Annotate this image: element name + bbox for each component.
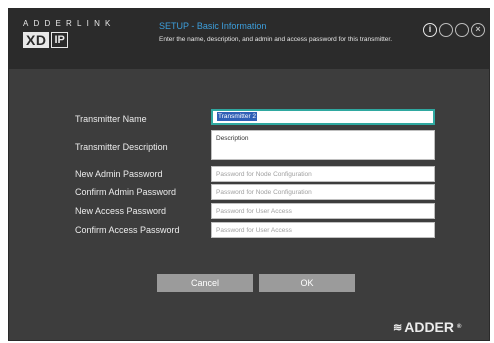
cancel-button[interactable]: Cancel	[157, 274, 253, 292]
adder-logo: ≋ ADDER ®	[393, 319, 461, 335]
confirm-access-password-label: Confirm Access Password	[75, 225, 180, 235]
adder-mark-icon: ≋	[393, 321, 403, 334]
confirm-admin-password-input[interactable]	[211, 184, 435, 200]
info-icon[interactable]: i	[423, 23, 437, 37]
confirm-access-password-input[interactable]	[211, 222, 435, 238]
page-title: SETUP - Basic Information	[159, 21, 267, 31]
product-logo: XD IP	[23, 32, 68, 48]
transmitter-name-input[interactable]: Transmitter 2	[211, 109, 435, 125]
logo-suffix: IP	[51, 32, 68, 48]
transmitter-name-label: Transmitter Name	[75, 114, 147, 124]
help-icon[interactable]	[439, 23, 453, 37]
registered-mark: ®	[457, 324, 462, 330]
ok-button[interactable]: OK	[259, 274, 355, 292]
transmitter-description-input[interactable]: Description	[211, 130, 435, 160]
adder-logo-text: ADDER	[404, 319, 454, 335]
logo-main: XD	[23, 32, 50, 48]
confirm-admin-password-label: Confirm Admin Password	[75, 187, 177, 197]
new-admin-password-input[interactable]	[211, 166, 435, 182]
transmitter-description-label: Transmitter Description	[75, 142, 168, 152]
page-description: Enter the name, description, and admin a…	[159, 36, 393, 43]
header-bar: ADDERLINK XD IP SETUP - Basic Informatio…	[9, 9, 489, 69]
new-access-password-input[interactable]	[211, 203, 435, 219]
setup-window: ADDERLINK XD IP SETUP - Basic Informatio…	[8, 8, 490, 341]
window-controls: i ×	[423, 23, 485, 37]
brand-name: ADDERLINK	[23, 19, 116, 28]
close-icon[interactable]: ×	[471, 23, 485, 37]
refresh-icon[interactable]	[455, 23, 469, 37]
transmitter-name-value: Transmitter 2	[217, 112, 258, 121]
new-admin-password-label: New Admin Password	[75, 169, 163, 179]
new-access-password-label: New Access Password	[75, 206, 167, 216]
